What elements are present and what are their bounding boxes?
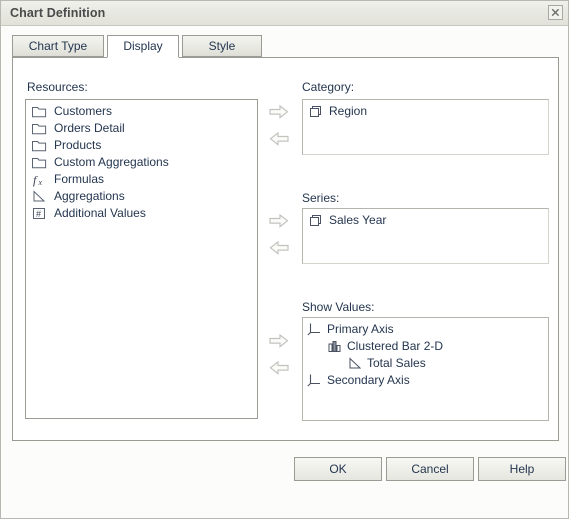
display-tab-panel: Resources: Customers Orders Detail Produ… xyxy=(12,57,559,441)
list-item-label: Primary Axis xyxy=(327,322,394,336)
cube-icon xyxy=(308,213,324,228)
hash-box-icon: # xyxy=(31,206,48,221)
category-listbox[interactable]: Region xyxy=(302,99,549,155)
svg-text:#: # xyxy=(36,209,41,219)
cancel-button[interactable]: Cancel xyxy=(386,457,474,481)
list-item[interactable]: Clustered Bar 2-D xyxy=(303,338,548,355)
list-item[interactable]: Orders Detail xyxy=(26,120,257,137)
list-item[interactable]: Total Sales xyxy=(303,355,548,372)
resources-label: Resources: xyxy=(27,80,88,94)
list-item-label: Additional Values xyxy=(54,206,146,220)
list-item[interactable]: # Additional Values xyxy=(26,205,257,222)
list-item-label: Customers xyxy=(54,104,113,118)
series-remove-arrow[interactable] xyxy=(268,240,290,256)
list-item[interactable]: Sales Year xyxy=(303,212,548,229)
list-item[interactable]: Customers xyxy=(26,103,257,120)
list-item[interactable]: Primary Axis xyxy=(303,321,548,338)
list-item[interactable]: Secondary Axis xyxy=(303,372,548,389)
tab-display[interactable]: Display xyxy=(107,35,179,58)
values-remove-arrow[interactable] xyxy=(268,360,290,376)
svg-text:x: x xyxy=(38,178,43,187)
list-item[interactable]: f x Formulas xyxy=(26,171,257,188)
close-icon[interactable] xyxy=(548,5,563,20)
series-label: Series: xyxy=(302,191,340,205)
aggregation-triangle-icon xyxy=(31,189,48,204)
resources-listbox[interactable]: Customers Orders Detail Products Custom … xyxy=(25,99,258,419)
folder-icon xyxy=(31,104,48,119)
list-item-label: Clustered Bar 2-D xyxy=(347,339,444,353)
list-item-label: Sales Year xyxy=(329,213,387,227)
list-item[interactable]: Products xyxy=(26,137,257,154)
folder-icon xyxy=(31,138,48,153)
svg-text:f: f xyxy=(33,173,38,187)
list-item-label: Formulas xyxy=(54,172,105,186)
list-item-label: Products xyxy=(54,138,102,152)
list-item-label: Orders Detail xyxy=(54,121,125,135)
category-remove-arrow[interactable] xyxy=(268,131,290,147)
series-listbox[interactable]: Sales Year xyxy=(302,208,549,264)
show-values-label: Show Values: xyxy=(302,300,375,314)
tab-style[interactable]: Style xyxy=(182,35,262,57)
show-values-listbox[interactable]: Primary Axis Clustered Bar 2-D Total Sal… xyxy=(302,317,549,421)
series-add-arrow[interactable] xyxy=(268,213,290,229)
list-item[interactable]: Custom Aggregations xyxy=(26,154,257,171)
tab-chart-type[interactable]: Chart Type xyxy=(12,35,104,57)
cube-icon xyxy=(308,104,324,119)
formula-fx-icon: f x xyxy=(31,172,48,187)
list-item-label: Custom Aggregations xyxy=(54,155,169,169)
folder-icon xyxy=(31,121,48,136)
values-add-arrow[interactable] xyxy=(268,333,290,349)
category-label: Category: xyxy=(302,80,355,94)
dialog-title: Chart Definition xyxy=(10,6,106,20)
help-button[interactable]: Help xyxy=(478,457,566,481)
dialog-titlebar: Chart Definition xyxy=(1,1,568,26)
ok-button[interactable]: OK xyxy=(294,457,382,481)
list-item[interactable]: Aggregations xyxy=(26,188,257,205)
axis-3d-icon xyxy=(307,373,323,388)
list-item-label: Region xyxy=(329,104,368,118)
bar-chart-icon xyxy=(327,339,343,354)
axis-3d-icon xyxy=(307,322,323,337)
category-add-arrow[interactable] xyxy=(268,104,290,120)
chart-definition-dialog: Chart Definition Chart Type Display Styl… xyxy=(0,0,569,519)
list-item-label: Aggregations xyxy=(54,189,125,203)
folder-icon xyxy=(31,155,48,170)
list-item-label: Secondary Axis xyxy=(327,373,410,387)
list-item[interactable]: Region xyxy=(303,103,548,120)
list-item-label: Total Sales xyxy=(367,356,426,370)
aggregation-triangle-icon xyxy=(347,356,363,371)
